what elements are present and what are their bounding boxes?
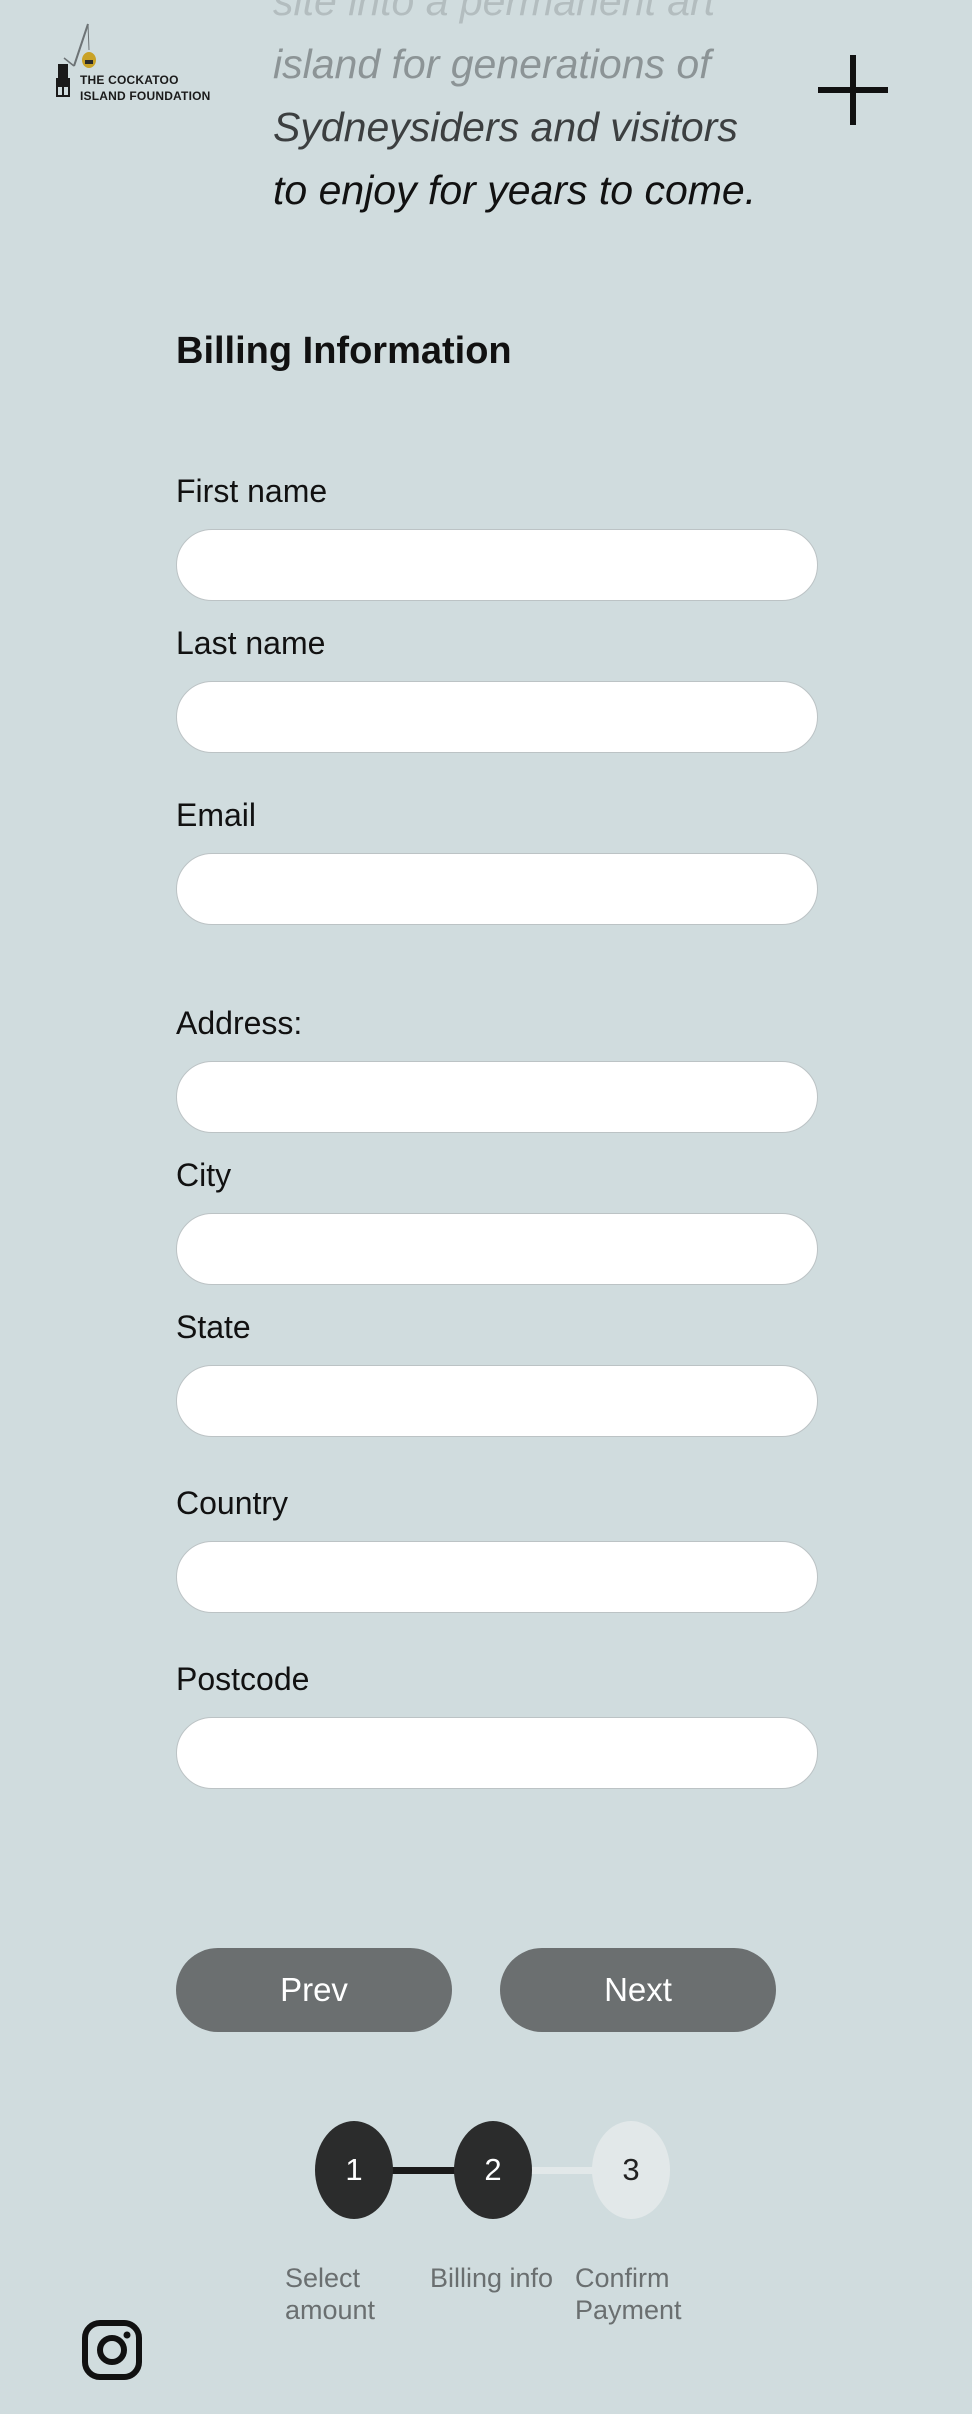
last-name-label: Last name xyxy=(176,625,326,661)
intro-line: to enjoy for years to come. xyxy=(273,167,757,213)
section-title: Billing Information xyxy=(176,330,512,372)
email-input[interactable] xyxy=(176,853,818,925)
email-label: Email xyxy=(176,797,257,833)
state-label: State xyxy=(176,1309,251,1345)
step-3-indicator[interactable]: 3 xyxy=(592,2121,670,2219)
next-button[interactable]: Next xyxy=(500,1948,776,2032)
intro-line: Sydneysiders and visitors xyxy=(273,104,738,150)
country-label: Country xyxy=(176,1485,289,1521)
step-3-label-line2: Payment xyxy=(575,2295,682,2325)
address-input[interactable] xyxy=(176,1061,818,1133)
logo-text-line2: ISLAND FOUNDATION xyxy=(80,89,211,103)
step-2-indicator[interactable]: 2 xyxy=(454,2121,532,2219)
address-label: Address: xyxy=(176,1005,303,1041)
step-connector-pending xyxy=(530,2167,600,2174)
step-2-label-line1: Billing info xyxy=(430,2263,554,2293)
instagram-icon xyxy=(82,2320,142,2380)
city-label: City xyxy=(176,1157,232,1193)
step-3-label-line1: Confirm xyxy=(575,2263,670,2293)
first-name-input[interactable] xyxy=(176,529,818,601)
step-1-indicator[interactable]: 1 xyxy=(315,2121,393,2219)
logo-text: THE COCKATOO ISLAND FOUNDATION xyxy=(80,72,211,104)
prev-button[interactable]: Prev xyxy=(176,1948,452,2032)
site-logo[interactable]: THE COCKATOO ISLAND FOUNDATION xyxy=(52,22,212,108)
intro-line: island for generations of xyxy=(273,41,711,87)
step-1-label-line2: amount xyxy=(285,2295,376,2325)
city-input[interactable] xyxy=(176,1213,818,1285)
step-1-label-line1: Select xyxy=(285,2263,361,2293)
step-connector-done xyxy=(390,2167,460,2174)
plus-icon[interactable] xyxy=(818,55,888,125)
logo-text-line1: THE COCKATOO xyxy=(80,73,179,87)
step-1-label: Select amount xyxy=(285,2262,375,2326)
country-input[interactable] xyxy=(176,1541,818,1613)
state-input[interactable] xyxy=(176,1365,818,1437)
step-2-label: Billing info xyxy=(430,2262,553,2294)
step-3-label: Confirm Payment xyxy=(575,2262,682,2326)
instagram-link[interactable] xyxy=(82,2320,142,2380)
last-name-input[interactable] xyxy=(176,681,818,753)
first-name-label: First name xyxy=(176,473,328,509)
postcode-label: Postcode xyxy=(176,1661,310,1697)
intro-text: site into a permanent art island for gen… xyxy=(273,0,833,222)
postcode-input[interactable] xyxy=(176,1717,818,1789)
intro-line: site into a permanent art xyxy=(273,0,716,24)
